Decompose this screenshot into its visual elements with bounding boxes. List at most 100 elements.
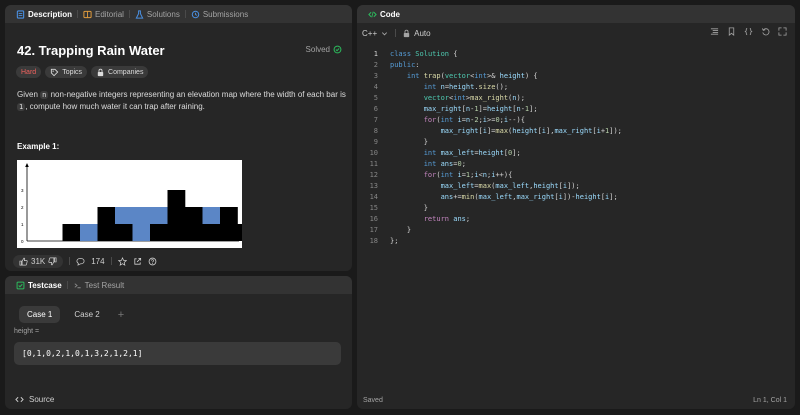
y-axis-arrow xyxy=(25,163,29,167)
code-line: 2 public: xyxy=(357,60,795,71)
description-text-3: , compute how much water it can trap aft… xyxy=(25,102,205,111)
description-text-1: Given xyxy=(17,90,41,99)
code-line: 12 for(int i=1;i<n;i++){ xyxy=(357,170,795,181)
tab-submissions[interactable]: Submissions xyxy=(186,10,253,19)
line-number: 7 xyxy=(373,116,378,124)
difficulty-badge[interactable]: Hard xyxy=(16,66,42,78)
lock-icon xyxy=(97,68,104,76)
description-panel: Description Editorial Solutions Submissi… xyxy=(5,5,352,271)
line-number: 9 xyxy=(373,138,378,146)
tag-row: Hard Topics Companies xyxy=(16,66,149,78)
testcase-tabbar: Testcase Test Result xyxy=(5,276,352,294)
format-icon[interactable] xyxy=(710,27,719,36)
description-icon xyxy=(16,9,25,19)
case-2-button[interactable]: Case 2 xyxy=(66,306,107,323)
tab-editorial-label: Editorial xyxy=(95,9,124,19)
line-number: 2 xyxy=(373,61,378,69)
tab-solutions[interactable]: Solutions xyxy=(130,10,185,19)
code-line: 6 max_right[n-1]=height[n-1]; xyxy=(357,104,795,115)
expand-icon[interactable] xyxy=(778,27,787,36)
elevation-bar xyxy=(97,207,116,241)
companies-tag[interactable]: Companies xyxy=(91,66,149,78)
water-segment xyxy=(115,207,133,224)
source-label: Source xyxy=(29,395,55,404)
tab-code[interactable]: Code xyxy=(363,10,405,19)
language-select[interactable]: C++ xyxy=(362,29,389,38)
topics-tag[interactable]: Topics xyxy=(45,66,88,78)
tab-testcase[interactable]: Testcase xyxy=(11,281,67,290)
code-line: 3 int trap(vector<int>& height) { xyxy=(357,71,795,82)
case-selector: Case 1 Case 2 + xyxy=(19,306,124,323)
reset-icon[interactable] xyxy=(761,27,770,36)
toolbar-divider xyxy=(395,29,397,37)
tab-description[interactable]: Description xyxy=(11,10,77,19)
height-input[interactable]: [0,1,0,2,1,0,1,3,2,1,2,1] xyxy=(14,342,341,365)
solved-label: Solved xyxy=(305,45,330,54)
comment-count: 174 xyxy=(91,256,105,266)
tab-solutions-label: Solutions xyxy=(146,9,180,19)
tab-test-result[interactable]: Test Result xyxy=(68,281,130,290)
code-line: 16 return ans; xyxy=(357,214,795,225)
line-number: 15 xyxy=(369,204,378,212)
thumbs-up-icon[interactable] xyxy=(19,257,28,266)
elevation-bar xyxy=(202,224,221,241)
autocomplete-toggle[interactable]: Auto xyxy=(402,29,431,38)
code-line: 1 class Solution { xyxy=(357,49,795,60)
star-icon[interactable] xyxy=(117,256,127,266)
code-icon xyxy=(15,396,24,403)
line-number: 18 xyxy=(369,237,378,245)
code-line: 13 max_left=max(max_left,height[i]); xyxy=(357,181,795,192)
editor-statusbar: Saved Ln 1, Col 1 xyxy=(363,397,787,404)
tab-code-label: Code xyxy=(380,9,400,19)
help-icon[interactable] xyxy=(148,257,157,266)
line-number: 13 xyxy=(369,182,378,190)
bookmark-icon[interactable] xyxy=(727,27,736,36)
code-editor[interactable]: 1 class Solution { 2 public: 3 int trap(ve… xyxy=(357,49,795,247)
elevation-bar xyxy=(167,190,186,241)
add-case-icon[interactable]: + xyxy=(118,309,124,321)
braces-icon[interactable] xyxy=(744,27,753,36)
example-heading: Example 1: xyxy=(17,142,60,151)
check-circle-icon xyxy=(333,45,342,54)
code-line: 5 vector<int>max_right(n); xyxy=(357,93,795,104)
companies-label: Companies xyxy=(108,68,144,76)
elevation-bar xyxy=(237,224,256,241)
chevron-down-icon xyxy=(382,31,388,35)
line-number: 4 xyxy=(373,83,378,91)
tab-editorial[interactable]: Editorial xyxy=(78,10,129,19)
terminal-icon xyxy=(74,282,81,288)
code-line: 15 } xyxy=(357,203,795,214)
testcase-panel: Testcase Test Result Case 1 Case 2 + hei… xyxy=(5,276,352,409)
flask-icon xyxy=(135,9,144,19)
footer-divider xyxy=(110,257,112,265)
lock-icon xyxy=(403,29,410,37)
language-value: C++ xyxy=(362,28,378,38)
code-line: 17 } xyxy=(357,225,795,236)
y-tick-label: 1 xyxy=(21,222,24,227)
comment-icon[interactable] xyxy=(76,257,85,266)
source-button[interactable]: Source xyxy=(15,395,54,404)
like-dislike-group: 31K xyxy=(13,254,64,268)
elevation-map-svg: 0 1 2 3 xyxy=(21,163,256,244)
topics-label: Topics xyxy=(62,68,83,76)
code-line: 18}; xyxy=(357,236,795,247)
code-line: 14 ans+=min(max_left,max_right[i])-heigh… xyxy=(357,192,795,203)
line-number: 12 xyxy=(369,171,378,179)
problem-title: 42. Trapping Rain Water xyxy=(17,43,165,58)
case-1-button[interactable]: Case 1 xyxy=(19,306,61,323)
problem-description: Given n non-negative integers representi… xyxy=(17,89,347,113)
tab-description-label: Description xyxy=(28,9,73,19)
y-tick-label: 3 xyxy=(21,188,24,193)
code-line: 4 int n=height.size(); xyxy=(357,82,795,93)
share-icon[interactable] xyxy=(133,257,142,266)
line-number: 17 xyxy=(369,226,378,234)
checkbox-icon xyxy=(16,281,25,289)
tab-testcase-label: Testcase xyxy=(28,280,62,290)
description-footer: 31K 174 xyxy=(5,251,352,271)
elevation-bar xyxy=(185,207,203,241)
editor-actions xyxy=(710,27,787,36)
thumbs-down-icon[interactable] xyxy=(48,257,57,266)
water-segment xyxy=(80,224,98,241)
line-number: 11 xyxy=(369,160,378,168)
line-number: 5 xyxy=(373,94,378,102)
